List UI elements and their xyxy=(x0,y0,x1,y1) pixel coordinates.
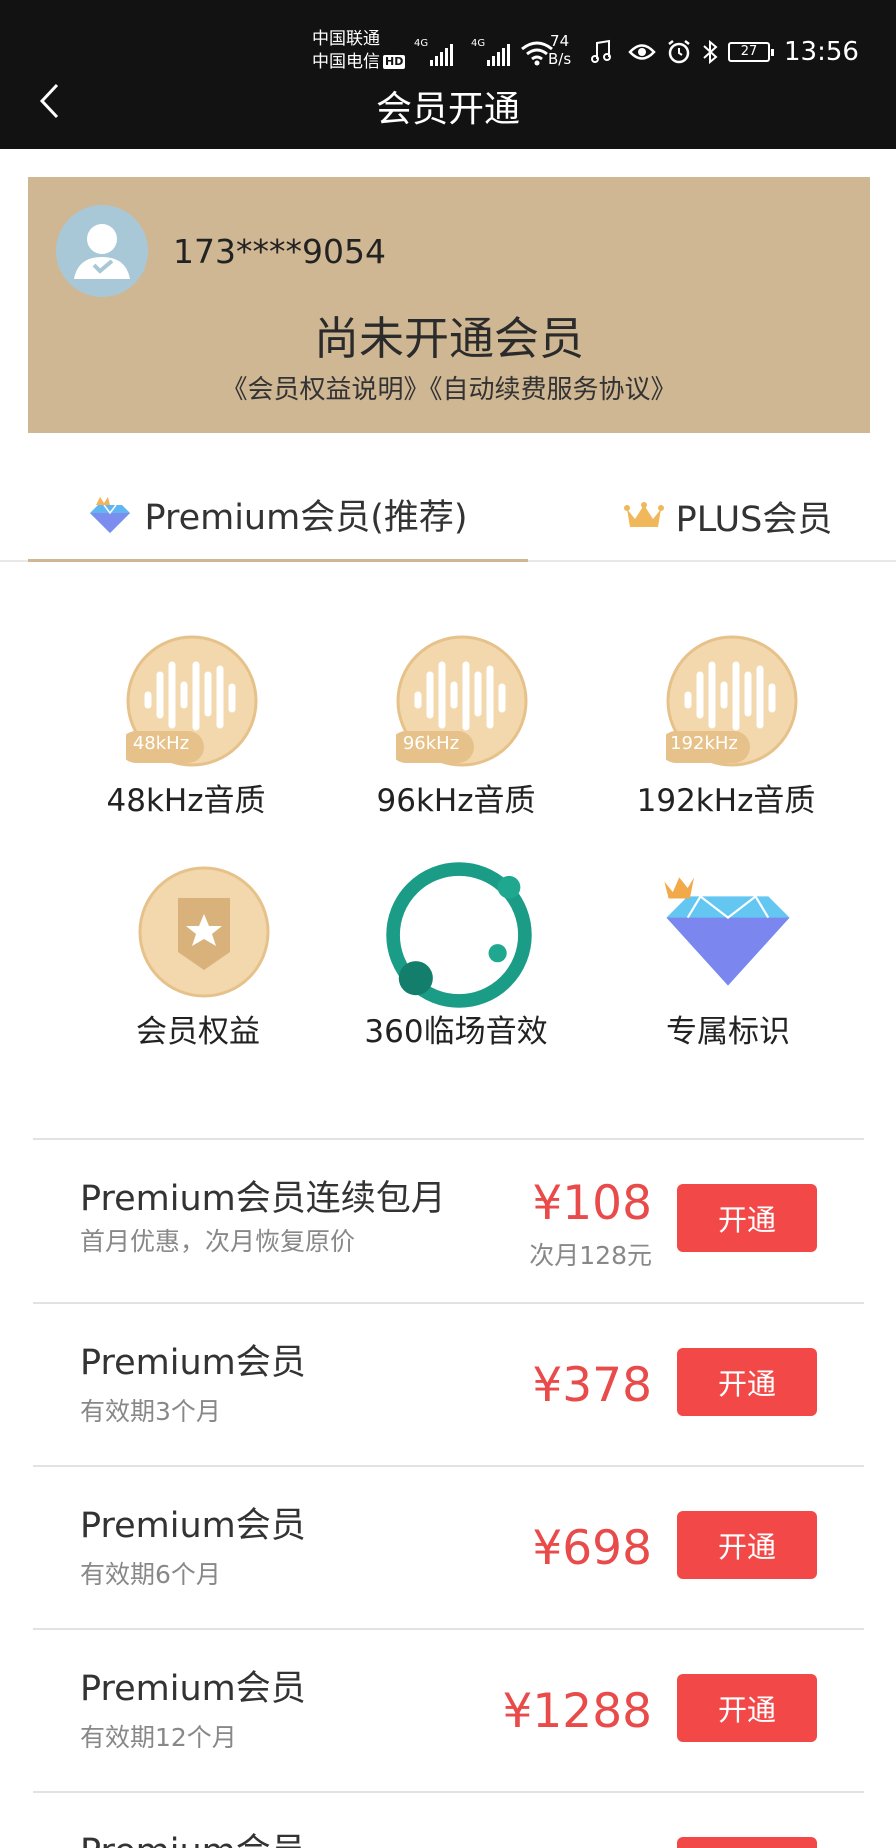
plan-desc: 有效期12个月 xyxy=(80,1723,237,1752)
plan-name: Premium会员 xyxy=(80,1823,306,1848)
feature-badge: 96kHz xyxy=(402,733,460,754)
plan-12-months: Premium会员 有效期12个月 ¥1288 开通 xyxy=(33,1630,864,1793)
feature-exclusive-badge: 专属标识 xyxy=(638,866,818,1066)
feature-96khz: 96kHz 96kHz音质 xyxy=(366,635,546,835)
tab-label: PLUS会员 xyxy=(675,499,833,540)
music-icon xyxy=(591,39,611,63)
membership-status: 尚未开通会员 xyxy=(313,312,584,365)
profile-banner: 173****9054 尚未开通会员 《会员权益说明》《自动续费服务协议》 xyxy=(28,177,870,433)
plan-monthly: Premium会员连续包月 首月优惠，次月恢复原价 ¥108 次月128元 开通 xyxy=(33,1140,864,1303)
user-icon xyxy=(74,224,130,279)
feature-192khz: 192kHz 192kHz音质 xyxy=(636,635,816,835)
clock: 13:56 xyxy=(784,37,859,67)
carrier-1: 中国联通 xyxy=(312,29,380,49)
feature-label: 会员权益 xyxy=(136,1014,260,1050)
subscribe-button[interactable]: 开通 xyxy=(677,1184,817,1252)
user-phone: 173****9054 xyxy=(173,232,386,271)
feature-label: 192kHz音质 xyxy=(636,783,816,819)
feature-label: 专属标识 xyxy=(666,1014,790,1050)
signal-icon: 4G xyxy=(414,38,453,66)
star-shield-icon xyxy=(138,866,270,998)
plan-price: ¥1288 xyxy=(502,1684,652,1739)
plan-desc: 有效期6个月 xyxy=(80,1560,221,1589)
plan-name: Premium会员连续包月 xyxy=(80,1179,446,1219)
plan-price-note: 次月128元 xyxy=(529,1241,652,1270)
avatar[interactable] xyxy=(56,205,148,297)
carrier-info: 中国联通 中国电信 HD xyxy=(312,28,406,74)
feature-360-sound: 360临场音效 xyxy=(364,862,548,1066)
subscribe-button[interactable]: 开通 xyxy=(677,1837,817,1848)
plan-price: ¥378 xyxy=(532,1358,652,1413)
page-title: 会员开通 xyxy=(375,89,520,130)
plan-partial: Premium会员 开通 xyxy=(33,1793,864,1848)
crown-icon xyxy=(623,502,664,527)
plan-3-months: Premium会员 有效期3个月 ¥378 开通 xyxy=(33,1304,864,1467)
feature-48khz: 48kHz 48kHz音质 xyxy=(96,635,276,835)
battery-icon: 27 xyxy=(728,42,774,62)
plan-name: Premium会员 xyxy=(80,1343,306,1383)
feature-member-benefits: 会员权益 xyxy=(108,866,288,1066)
signal-icons: 4G 4G xyxy=(412,34,554,66)
feature-label: 48kHz音质 xyxy=(106,783,266,819)
plan-name: Premium会员 xyxy=(80,1506,306,1546)
network-type: 4G xyxy=(471,38,486,49)
agreement-links[interactable]: 《会员权益说明》《自动续费服务协议》 xyxy=(28,369,870,406)
hd-badge: HD xyxy=(383,55,406,69)
alarm-icon xyxy=(668,40,690,64)
signal-icon: 4G xyxy=(471,38,510,66)
subscribe-button[interactable]: 开通 xyxy=(677,1348,817,1416)
plan-name: Premium会员 xyxy=(80,1669,306,1709)
subscribe-button[interactable]: 开通 xyxy=(677,1674,817,1742)
feature-badge: 48kHz xyxy=(132,733,190,754)
subscribe-button[interactable]: 开通 xyxy=(677,1511,817,1579)
network-type: 4G xyxy=(414,38,429,49)
eye-icon xyxy=(628,44,656,60)
status-icons-right: 27 13:56 xyxy=(590,36,859,68)
network-speed: 74 B/s xyxy=(548,32,571,68)
plan-desc: 首月优惠，次月恢复原价 xyxy=(80,1227,356,1256)
feature-badge: 192kHz xyxy=(670,733,738,754)
membership-tabs: Premium会员(推荐) PLUS会员 xyxy=(0,470,896,562)
plan-price: ¥698 xyxy=(532,1521,652,1576)
feature-label: 96kHz音质 xyxy=(376,783,536,819)
orbit-icon xyxy=(386,862,532,1008)
speed-unit: B/s xyxy=(548,50,572,68)
top-bar: 中国联通 中国电信 HD 4G 4G 74 B/s 27 13:56 会员开通 xyxy=(0,0,896,149)
tab-plus[interactable]: PLUS会员 xyxy=(560,470,896,562)
carrier-2: 中国电信 xyxy=(312,52,380,72)
tab-label: Premium会员(推荐) xyxy=(144,498,468,538)
bluetooth-icon xyxy=(703,39,718,65)
diamond-icon xyxy=(90,496,131,533)
plan-desc: 有效期3个月 xyxy=(80,1397,221,1426)
feature-label: 360临场音效 xyxy=(364,1014,548,1050)
tab-premium[interactable]: Premium会员(推荐) xyxy=(28,470,528,562)
plan-price: ¥108 xyxy=(532,1176,652,1231)
speed-value: 74 xyxy=(550,32,570,50)
plan-6-months: Premium会员 有效期6个月 ¥698 开通 xyxy=(33,1467,864,1630)
crowned-diamond-icon xyxy=(664,877,790,986)
